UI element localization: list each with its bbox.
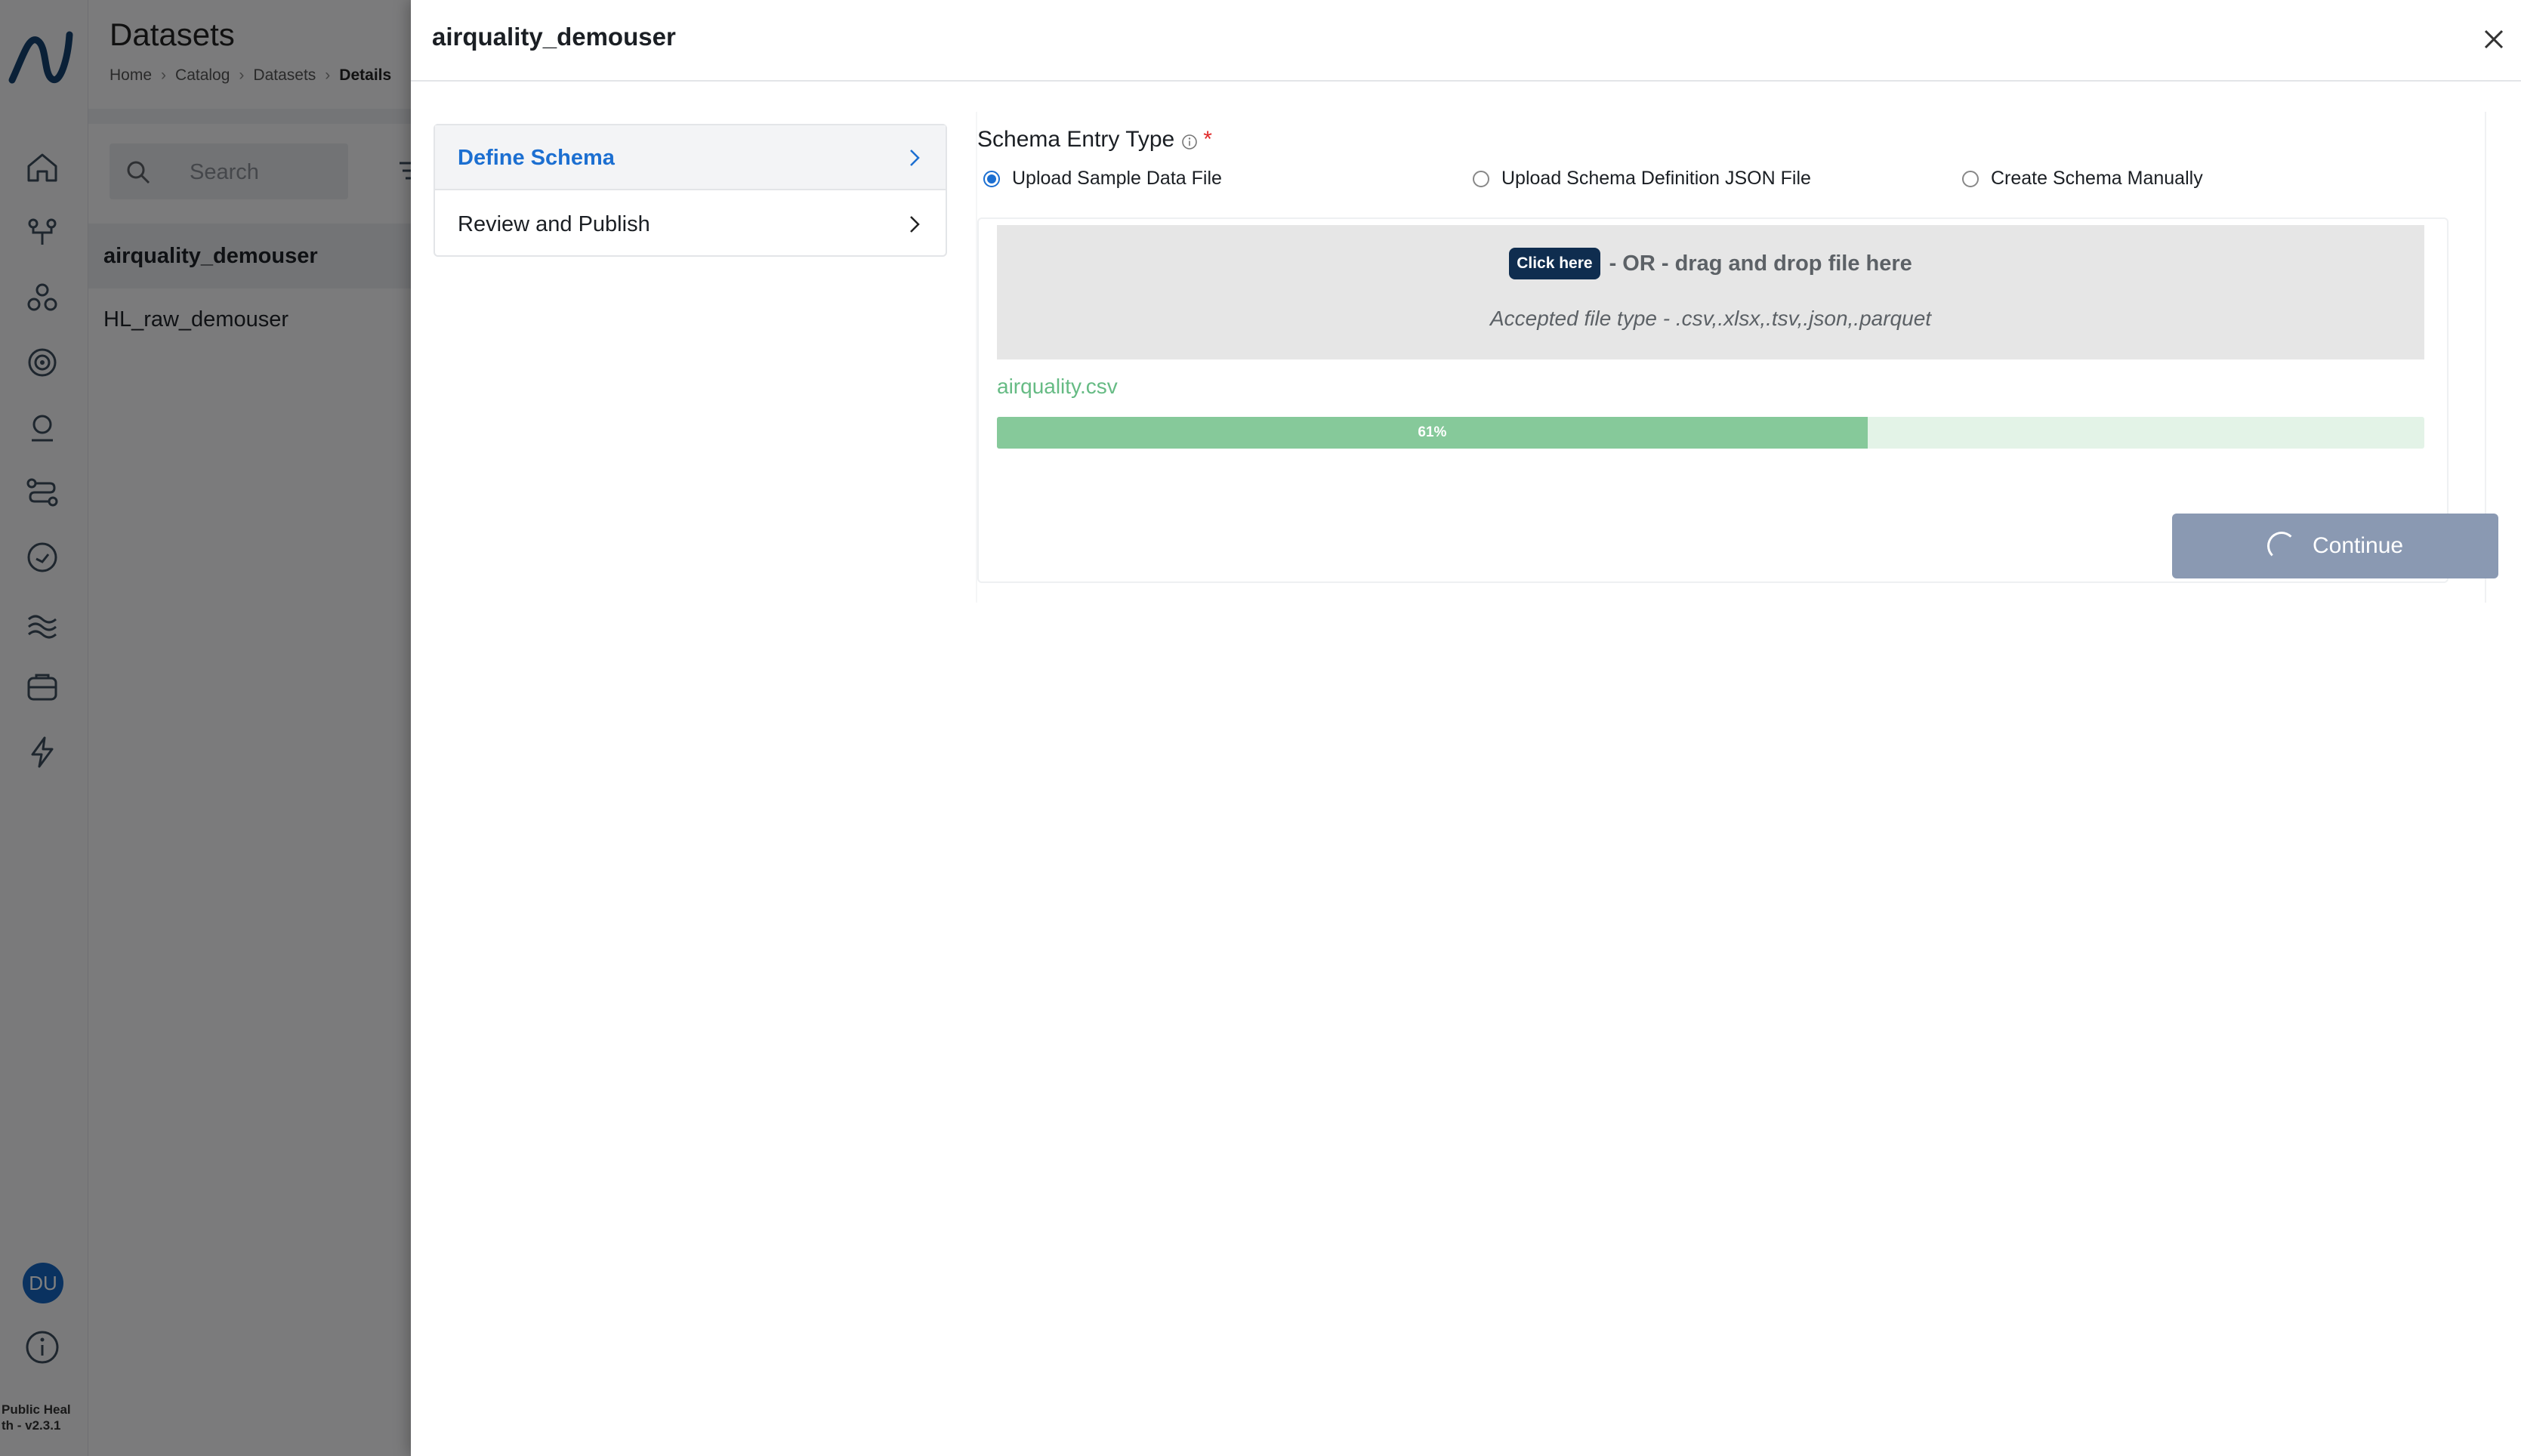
uploaded-file-name: airquality.csv [997, 375, 1118, 398]
drag-drop-text: - OR - drag and drop file here [1609, 251, 1912, 276]
schema-entry-type-text: Schema Entry Type [977, 127, 1175, 152]
step-define-schema[interactable]: Define Schema [435, 125, 946, 190]
accepted-file-types: Accepted file type - .csv,.xlsx,.tsv,.js… [1489, 307, 1932, 330]
step-label: Define Schema [458, 146, 615, 170]
file-dropzone[interactable]: Click here - OR - drag and drop file here… [997, 225, 2424, 359]
upload-progress-fill: 61% [997, 417, 1868, 449]
radio-upload-sample-data-file[interactable]: Upload Sample Data File [983, 168, 1222, 190]
chevron-right-icon [910, 150, 920, 166]
chevron-right-icon [910, 216, 920, 233]
dropzone-row: Click here - OR - drag and drop file here [997, 248, 2424, 279]
wizard-steps: Define Schema Review and Publish [434, 124, 947, 257]
step-label: Review and Publish [458, 212, 650, 236]
radio-button-selected[interactable] [983, 170, 1000, 187]
continue-label: Continue [2313, 533, 2404, 558]
close-icon[interactable] [2480, 26, 2507, 53]
radio-create-schema-manually[interactable]: Create Schema Manually [1962, 168, 2203, 190]
radio-label: Upload Schema Definition JSON File [1501, 168, 1811, 189]
schema-form: Schema Entry Type * Upload Sample Data Fi… [976, 112, 2498, 603]
loading-spinner-icon [2267, 532, 2296, 560]
continue-button[interactable]: Continue [2172, 514, 2498, 578]
click-here-button[interactable]: Click here [1509, 248, 1600, 279]
drawer-divider [411, 80, 2521, 82]
step-review-and-publish[interactable]: Review and Publish [435, 192, 946, 257]
drawer-title: airquality_demouser [432, 23, 676, 51]
required-marker: * [1203, 127, 1212, 152]
radio-button[interactable] [1473, 170, 1489, 187]
radio-label: Upload Sample Data File [1012, 168, 1222, 189]
radio-upload-schema-json[interactable]: Upload Schema Definition JSON File [1473, 168, 1811, 190]
radio-button[interactable] [1962, 170, 1979, 187]
schema-drawer: airquality_demouser Define Schema Review… [411, 0, 2521, 1456]
info-icon[interactable] [1180, 131, 1199, 150]
radio-label: Create Schema Manually [1991, 168, 2203, 189]
schema-entry-type-label: Schema Entry Type * [977, 127, 1212, 153]
upload-progress-bar: 61% [997, 417, 2424, 449]
